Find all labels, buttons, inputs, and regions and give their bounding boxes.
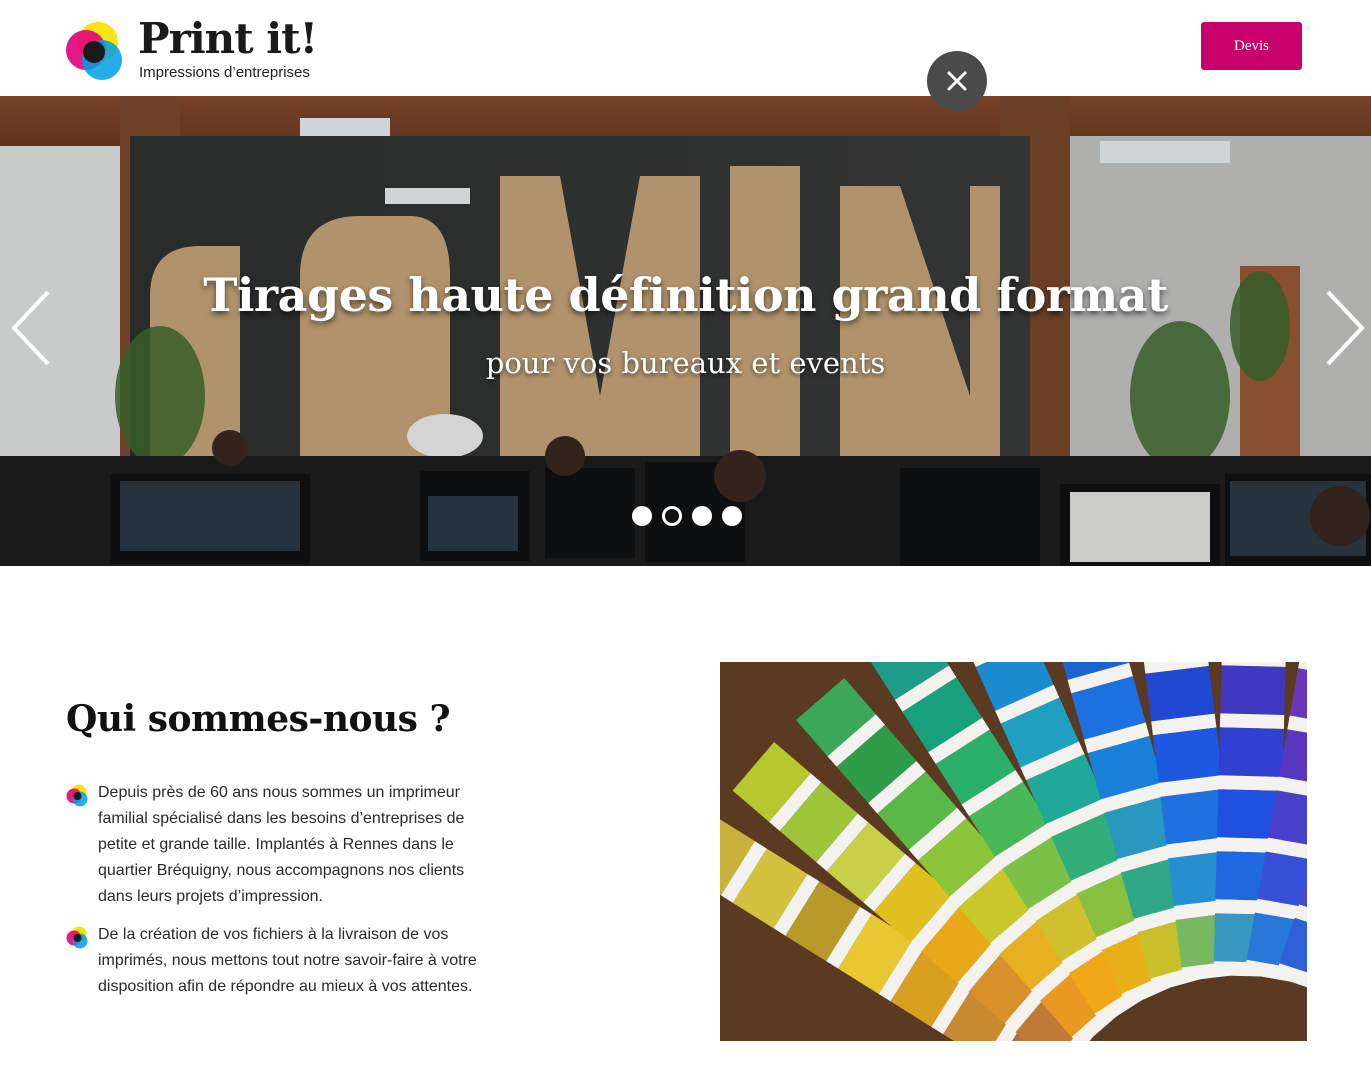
carousel-dots xyxy=(632,506,744,528)
devis-button[interactable]: Devis xyxy=(1201,22,1302,70)
logo-title: Print it! xyxy=(138,14,318,63)
list-item: De la création de vos fichiers à la livr… xyxy=(66,922,486,1000)
logo[interactable]: Print it! Impressions d’entreprises xyxy=(64,14,334,84)
close-button[interactable] xyxy=(927,51,987,111)
color-swatches-image xyxy=(720,662,1307,1041)
hero-carousel: Tirages haute définition grand format po… xyxy=(0,96,1371,566)
about-item-text: De la création de vos fichiers à la livr… xyxy=(98,926,477,995)
hero-subtitle: pour vos bureaux et events xyxy=(485,346,886,380)
site-header: Print it! Impressions d’entreprises Devi… xyxy=(0,0,1371,96)
chevron-left-icon[interactable] xyxy=(8,288,58,368)
chevron-right-icon[interactable] xyxy=(1318,288,1368,368)
carousel-dot-4[interactable] xyxy=(722,506,742,526)
hero-title: Tirages haute définition grand format xyxy=(203,268,1168,322)
about-list: Depuis près de 60 ans nous sommes un imp… xyxy=(66,780,486,1012)
close-icon xyxy=(947,71,967,91)
carousel-dot-3[interactable] xyxy=(692,506,712,526)
logo-subtitle: Impressions d’entreprises xyxy=(139,64,310,81)
carousel-dot-1[interactable] xyxy=(632,506,652,526)
pantone-fan-image xyxy=(720,662,1307,1041)
about-item-text: Depuis près de 60 ans nous sommes un imp… xyxy=(98,784,465,905)
cmyk-bullet-icon xyxy=(66,926,88,949)
about-title: Qui sommes-nous ? xyxy=(66,698,451,740)
cmyk-logo-icon xyxy=(66,22,122,80)
cmyk-bullet-icon xyxy=(66,784,88,807)
carousel-dot-2[interactable] xyxy=(662,506,682,526)
list-item: Depuis près de 60 ans nous sommes un imp… xyxy=(66,780,486,910)
hero-office-image xyxy=(0,96,1371,566)
